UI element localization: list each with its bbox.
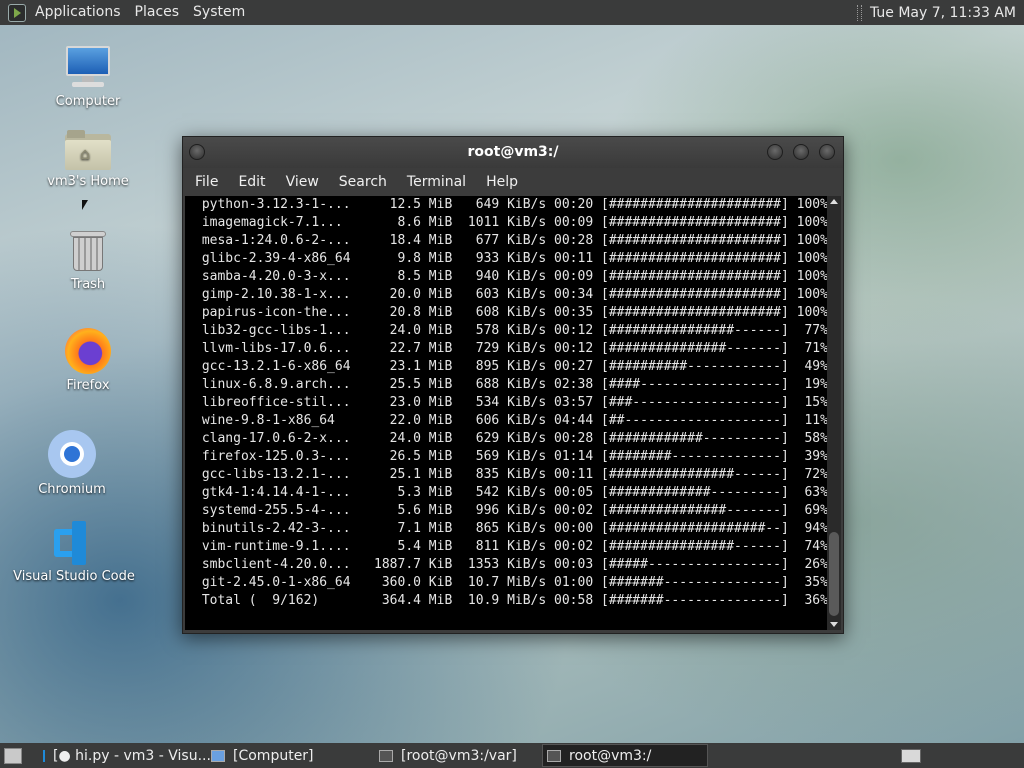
top-menu: Applications Places System <box>28 0 252 25</box>
terminal-line: git-2.45.0-1-x86_64 360.0 KiB 10.7 MiB/s… <box>194 575 827 590</box>
taskbar-item-label: [root@vm3:/var] <box>401 747 517 764</box>
terminal-line: Total ( 9/162) 364.4 MiB 10.9 MiB/s 00:5… <box>194 593 827 608</box>
firefox-icon <box>65 328 111 374</box>
menu-places[interactable]: Places <box>128 0 187 25</box>
clock-area: Tue May 7, 11:33 AM <box>856 4 1024 21</box>
computer-task-icon <box>211 749 225 762</box>
terminal-line: firefox-125.0.3-... 26.5 MiB 569 KiB/s 0… <box>194 449 827 464</box>
menu-search[interactable]: Search <box>331 168 395 196</box>
vscode-icon <box>52 521 96 565</box>
terminal-line: llvm-libs-17.0.6... 22.7 MiB 729 KiB/s 0… <box>194 341 827 356</box>
terminal-line: smbclient-4.20.0... 1887.7 KiB 1353 KiB/… <box>194 557 827 572</box>
terminal-line: systemd-255.5-4-... 5.6 MiB 996 KiB/s 00… <box>194 503 827 518</box>
menu-system[interactable]: System <box>186 0 252 25</box>
terminal-line: samba-4.20.0-3-x... 8.5 MiB 940 KiB/s 00… <box>194 269 827 284</box>
desktop-icon-label: vm3's Home <box>47 174 129 189</box>
terminal-line: gcc-13.2.1-6-x86_64 23.1 MiB 895 KiB/s 0… <box>194 359 827 374</box>
home-folder-icon: ⌂ <box>65 130 111 170</box>
terminal-line: lib32-gcc-libs-1... 24.0 MiB 578 KiB/s 0… <box>194 323 827 338</box>
show-desktop-button[interactable] <box>4 747 22 764</box>
terminal-task-icon <box>379 749 393 762</box>
trash-icon <box>70 229 106 273</box>
clock[interactable]: Tue May 7, 11:33 AM <box>870 5 1016 21</box>
terminal-line: gcc-libs-13.2.1-... 25.1 MiB 835 KiB/s 0… <box>194 467 827 482</box>
chromium-icon <box>48 430 96 478</box>
taskbar-item-label: [● hi.py - vm3 - Visu... <box>53 747 211 764</box>
taskbar-item-label: [Computer] <box>233 747 314 764</box>
terminal-line: gimp-2.10.38-1-x... 20.0 MiB 603 KiB/s 0… <box>194 287 827 302</box>
menu-view[interactable]: View <box>278 168 327 196</box>
terminal-task-icon <box>547 749 561 762</box>
bottom-panel: [● hi.py - vm3 - Visu... [Computer] [roo… <box>0 743 1024 768</box>
scroll-down-icon[interactable] <box>830 622 838 627</box>
terminal-line: mesa-1:24.0.6-2-... 18.4 MiB 677 KiB/s 0… <box>194 233 827 248</box>
terminal-line: glibc-2.39-4-x86_64 9.8 MiB 933 KiB/s 00… <box>194 251 827 266</box>
window-title: root@vm3:/ <box>467 144 559 160</box>
desktop-icon-chromium[interactable]: Chromium <box>2 430 142 497</box>
menu-edit[interactable]: Edit <box>230 168 273 196</box>
scroll-up-icon[interactable] <box>830 199 838 204</box>
applications-icon[interactable] <box>8 3 26 22</box>
terminal-window[interactable]: root@vm3:/ File Edit View Search Termina… <box>182 136 844 634</box>
terminal-menubar: File Edit View Search Terminal Help <box>183 168 843 196</box>
vscode-task-icon <box>43 749 45 762</box>
taskbar-item-label: root@vm3:/ <box>569 747 652 764</box>
desktop-icon-vscode[interactable]: Visual Studio Code <box>4 521 144 584</box>
desktop-icon-label: Visual Studio Code <box>13 569 135 584</box>
computer-icon <box>64 46 112 90</box>
desktop-icon-firefox[interactable]: Firefox <box>18 328 158 393</box>
desktop-icon-label: Firefox <box>66 378 110 393</box>
menu-applications[interactable]: Applications <box>28 0 128 25</box>
terminal-line: libreoffice-stil... 23.0 MiB 534 KiB/s 0… <box>194 395 827 410</box>
minimize-button[interactable] <box>767 144 783 160</box>
top-panel: Applications Places System Tue May 7, 11… <box>0 0 1024 25</box>
terminal-scrollbar[interactable] <box>827 196 841 630</box>
menu-terminal[interactable]: Terminal <box>399 168 474 196</box>
menu-file[interactable]: File <box>187 168 226 196</box>
taskbar-item-vscode[interactable]: [● hi.py - vm3 - Visu... <box>38 744 211 767</box>
taskbar-item-terminal-var[interactable]: [root@vm3:/var] <box>374 744 538 767</box>
terminal-line: python-3.12.3-1-... 12.5 MiB 649 KiB/s 0… <box>194 197 827 212</box>
close-button[interactable] <box>819 144 835 160</box>
terminal-line: linux-6.8.9.arch... 25.5 MiB 688 KiB/s 0… <box>194 377 827 392</box>
mouse-cursor-icon <box>82 200 88 210</box>
workspace-switcher[interactable] <box>901 748 921 763</box>
terminal-output[interactable]: python-3.12.3-1-... 12.5 MiB 649 KiB/s 0… <box>185 196 827 630</box>
scrollbar-thumb[interactable] <box>829 532 839 616</box>
terminal-line: imagemagick-7.1... 8.6 MiB 1011 KiB/s 00… <box>194 215 827 230</box>
desktop-icon-home[interactable]: ⌂ vm3's Home <box>18 130 158 189</box>
panel-separator <box>856 4 862 21</box>
title-bar[interactable]: root@vm3:/ <box>183 137 843 168</box>
desktop-icon-label: Chromium <box>38 482 106 497</box>
desktop-icon-computer[interactable]: Computer <box>18 46 158 109</box>
taskbar-item-terminal-root[interactable]: root@vm3:/ <box>542 744 708 767</box>
desktop-icon-trash[interactable]: Trash <box>18 229 158 292</box>
terminal-line: binutils-2.42-3-... 7.1 MiB 865 KiB/s 00… <box>194 521 827 536</box>
terminal-line: clang-17.0.6-2-x... 24.0 MiB 629 KiB/s 0… <box>194 431 827 446</box>
terminal-line: vim-runtime-9.1.... 5.4 MiB 811 KiB/s 00… <box>194 539 827 554</box>
window-menu-button[interactable] <box>189 144 205 160</box>
desktop-icon-label: Computer <box>55 94 121 109</box>
terminal-line: papirus-icon-the... 20.8 MiB 608 KiB/s 0… <box>194 305 827 320</box>
terminal-line: gtk4-1:4.14.4-1-... 5.3 MiB 542 KiB/s 00… <box>194 485 827 500</box>
terminal-line: wine-9.8-1-x86_64 22.0 MiB 606 KiB/s 04:… <box>194 413 827 428</box>
menu-help[interactable]: Help <box>478 168 526 196</box>
taskbar-item-computer[interactable]: [Computer] <box>206 744 370 767</box>
maximize-button[interactable] <box>793 144 809 160</box>
desktop-icon-label: Trash <box>70 277 106 292</box>
